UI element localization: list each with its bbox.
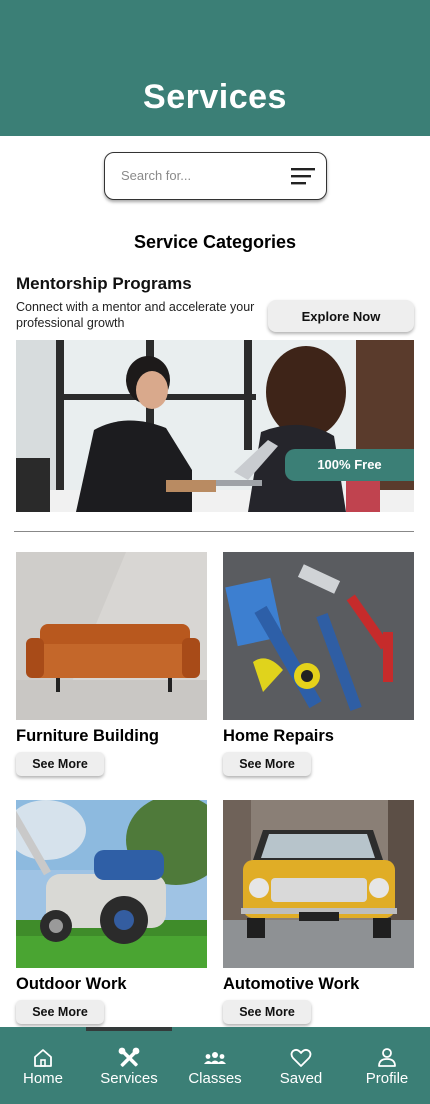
category-title: Automotive Work: [223, 975, 360, 993]
nav-label: Saved: [279, 1070, 323, 1087]
mentorship-description: Connect with a mentor and accelerate you…: [16, 300, 255, 330]
bottom-navigation: Home Services Classes Saved Profile: [0, 1027, 430, 1104]
nav-item-services[interactable]: Services: [86, 1027, 172, 1104]
app-header: Services: [0, 0, 430, 136]
explore-now-button[interactable]: Explore Now: [268, 300, 414, 332]
see-more-button[interactable]: See More: [223, 1000, 311, 1024]
category-title: Furniture Building: [16, 727, 159, 745]
nav-item-classes[interactable]: Classes: [172, 1027, 258, 1104]
home-repairs-image[interactable]: [223, 552, 414, 720]
category-title: Outdoor Work: [16, 975, 127, 993]
nav-label: Profile: [365, 1070, 409, 1087]
search-bar[interactable]: [104, 152, 327, 200]
section-title: Service Categories: [133, 232, 297, 252]
heart-icon: [290, 1048, 312, 1067]
free-badge: 100% Free: [285, 449, 414, 481]
see-more-button[interactable]: See More: [223, 752, 311, 776]
sofa-photo: [16, 552, 207, 720]
nav-label: Classes: [188, 1070, 242, 1087]
filter-icon[interactable]: [291, 167, 315, 185]
person-icon: [378, 1048, 396, 1067]
mentorship-title: Mentorship Programs: [16, 274, 192, 293]
group-icon: [204, 1052, 226, 1064]
tools-icon: [118, 1047, 140, 1067]
automotive-work-image[interactable]: [223, 800, 414, 968]
nav-label: Services: [100, 1070, 158, 1087]
furniture-building-image[interactable]: [16, 552, 207, 720]
home-icon: [34, 1049, 52, 1067]
nav-item-home[interactable]: Home: [0, 1027, 86, 1104]
category-title: Home Repairs: [223, 727, 334, 745]
car-photo: [223, 800, 414, 968]
outdoor-work-image[interactable]: [16, 800, 207, 968]
nav-label: Home: [22, 1070, 63, 1087]
lawnmower-photo: [16, 800, 207, 968]
search-input[interactable]: [121, 153, 281, 198]
mentorship-image: [16, 340, 414, 512]
nav-item-saved[interactable]: Saved: [258, 1027, 344, 1104]
mentorship-photo: [16, 340, 414, 512]
nav-item-profile[interactable]: Profile: [344, 1027, 430, 1104]
see-more-button[interactable]: See More: [16, 752, 104, 776]
divider: [14, 531, 414, 532]
see-more-button[interactable]: See More: [16, 1000, 104, 1024]
tools-photo: [223, 552, 414, 720]
page-title: Services: [143, 78, 287, 116]
